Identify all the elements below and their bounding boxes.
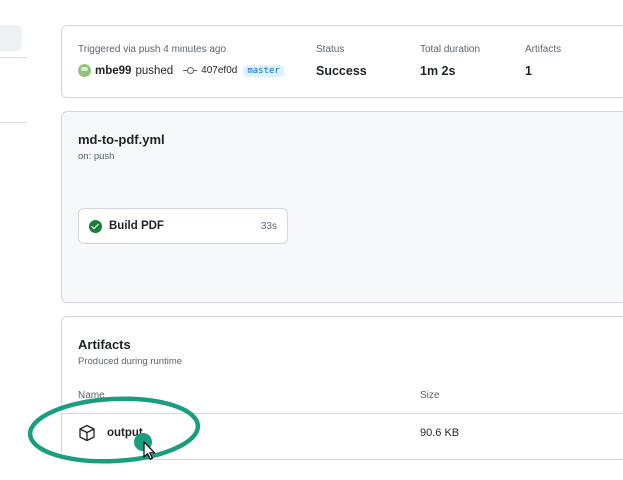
job-duration: 33s <box>260 220 277 232</box>
job-name: Build PDF <box>109 220 164 232</box>
sidebar-selected-item[interactable] <box>0 25 22 51</box>
branch-badge[interactable]: master <box>243 64 284 77</box>
run-summary-panel: Triggered via push 4 minutes ago mbe99 p… <box>61 25 623 98</box>
commit-sha-link[interactable]: 407ef0d <box>201 65 237 76</box>
artifacts-panel: Artifacts Produced during runtime Name S… <box>61 316 623 460</box>
actor-action: pushed <box>135 64 174 77</box>
artifacts-count-value: 1 <box>525 64 532 78</box>
duration-value: 1m 2s <box>420 64 456 78</box>
package-icon <box>79 424 95 442</box>
workflow-graph-panel: md-to-pdf.yml on: push Build PDF 33s <box>61 111 623 303</box>
artifacts-count-label: Artifacts <box>525 44 562 55</box>
artifact-download-link[interactable]: output <box>107 427 143 439</box>
sidebar-divider <box>0 122 27 123</box>
workflow-trigger: on: push <box>78 151 115 162</box>
job-build-pdf[interactable]: Build PDF 33s <box>78 208 288 244</box>
actor-line: mbe99 pushed 407ef0d master <box>78 64 284 77</box>
artifacts-subtitle: Produced during runtime <box>78 356 183 367</box>
artifacts-title: Artifacts <box>78 337 131 352</box>
artifact-size: 90.6 KB <box>420 427 460 439</box>
column-header-size: Size <box>420 390 440 401</box>
column-header-name[interactable]: Name <box>78 390 105 401</box>
sidebar-divider <box>0 57 27 58</box>
duration-label: Total duration <box>420 44 481 55</box>
git-commit-icon <box>183 66 198 76</box>
workflow-file-name: md-to-pdf.yml <box>78 132 165 147</box>
status-value: Success <box>316 64 367 78</box>
status-label: Status <box>316 44 345 55</box>
actor-username[interactable]: mbe99 <box>95 65 131 77</box>
trigger-text: Triggered via push 4 minutes ago <box>78 44 227 55</box>
avatar[interactable] <box>78 64 91 77</box>
check-circle-icon <box>89 219 102 233</box>
artifact-row: output 90.6 KB <box>62 414 623 452</box>
